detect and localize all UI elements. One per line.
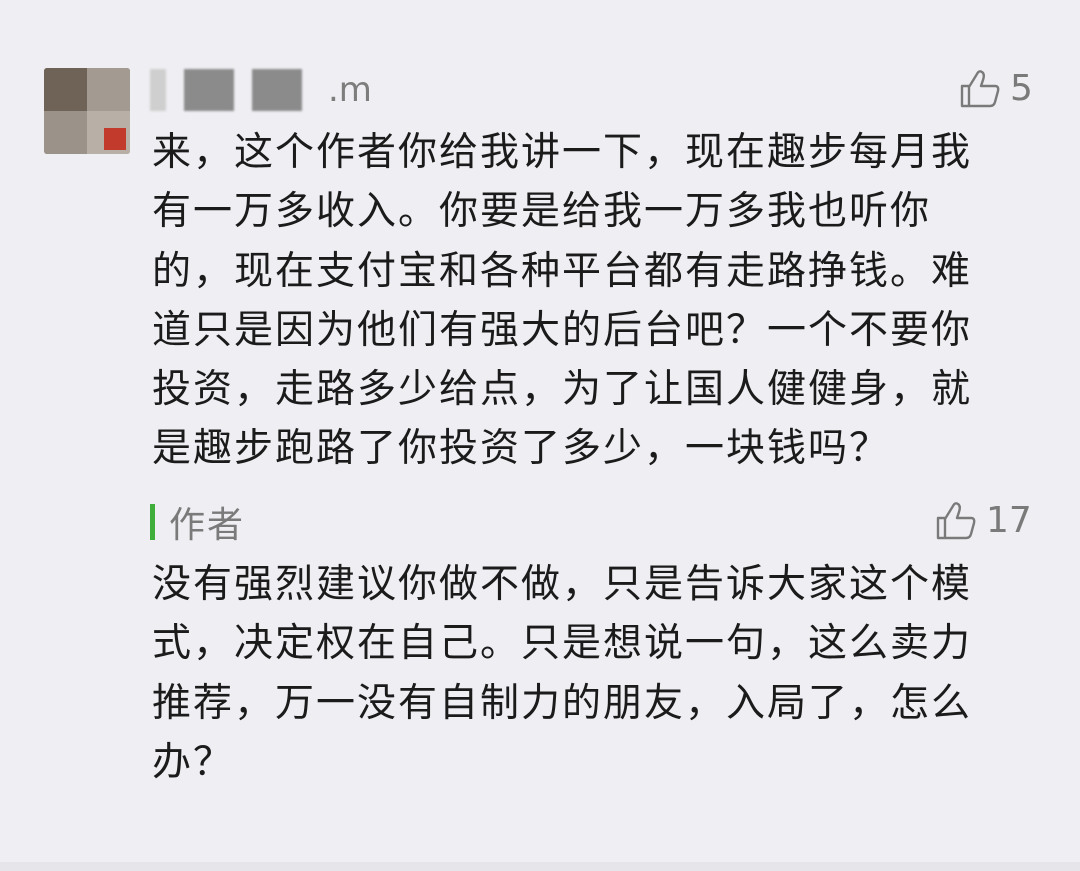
thumbs-up-icon <box>960 70 1000 108</box>
comment-like-button[interactable]: 5 <box>958 66 1033 110</box>
username-redaction <box>184 69 234 111</box>
username-redaction <box>150 69 166 111</box>
reply-like-button[interactable]: 17 <box>934 498 1032 542</box>
reply-text: 没有强烈建议你做不做，只是告诉大家这个模 式，决定权在自己。只是想说一句，这么卖… <box>152 562 973 785</box>
comment-text: 来，这个作者你给我讲一下，现在趣步每月我 有一万多收入。你要是给我一万多我也听你… <box>152 130 973 472</box>
reply-like-count: 17 <box>986 499 1032 541</box>
username[interactable]: .m <box>150 66 372 114</box>
thumbs-up-icon <box>936 502 976 540</box>
username-suffix: .m <box>328 70 372 110</box>
avatar[interactable] <box>44 68 130 154</box>
author-reply-header: 作者 <box>150 497 245 547</box>
next-comment-edge <box>0 862 1080 871</box>
reply-indicator-bar <box>150 504 155 540</box>
comment-like-count: 5 <box>1010 67 1033 109</box>
reply-author-label: 作者 <box>169 505 246 546</box>
username-redaction <box>252 69 302 111</box>
